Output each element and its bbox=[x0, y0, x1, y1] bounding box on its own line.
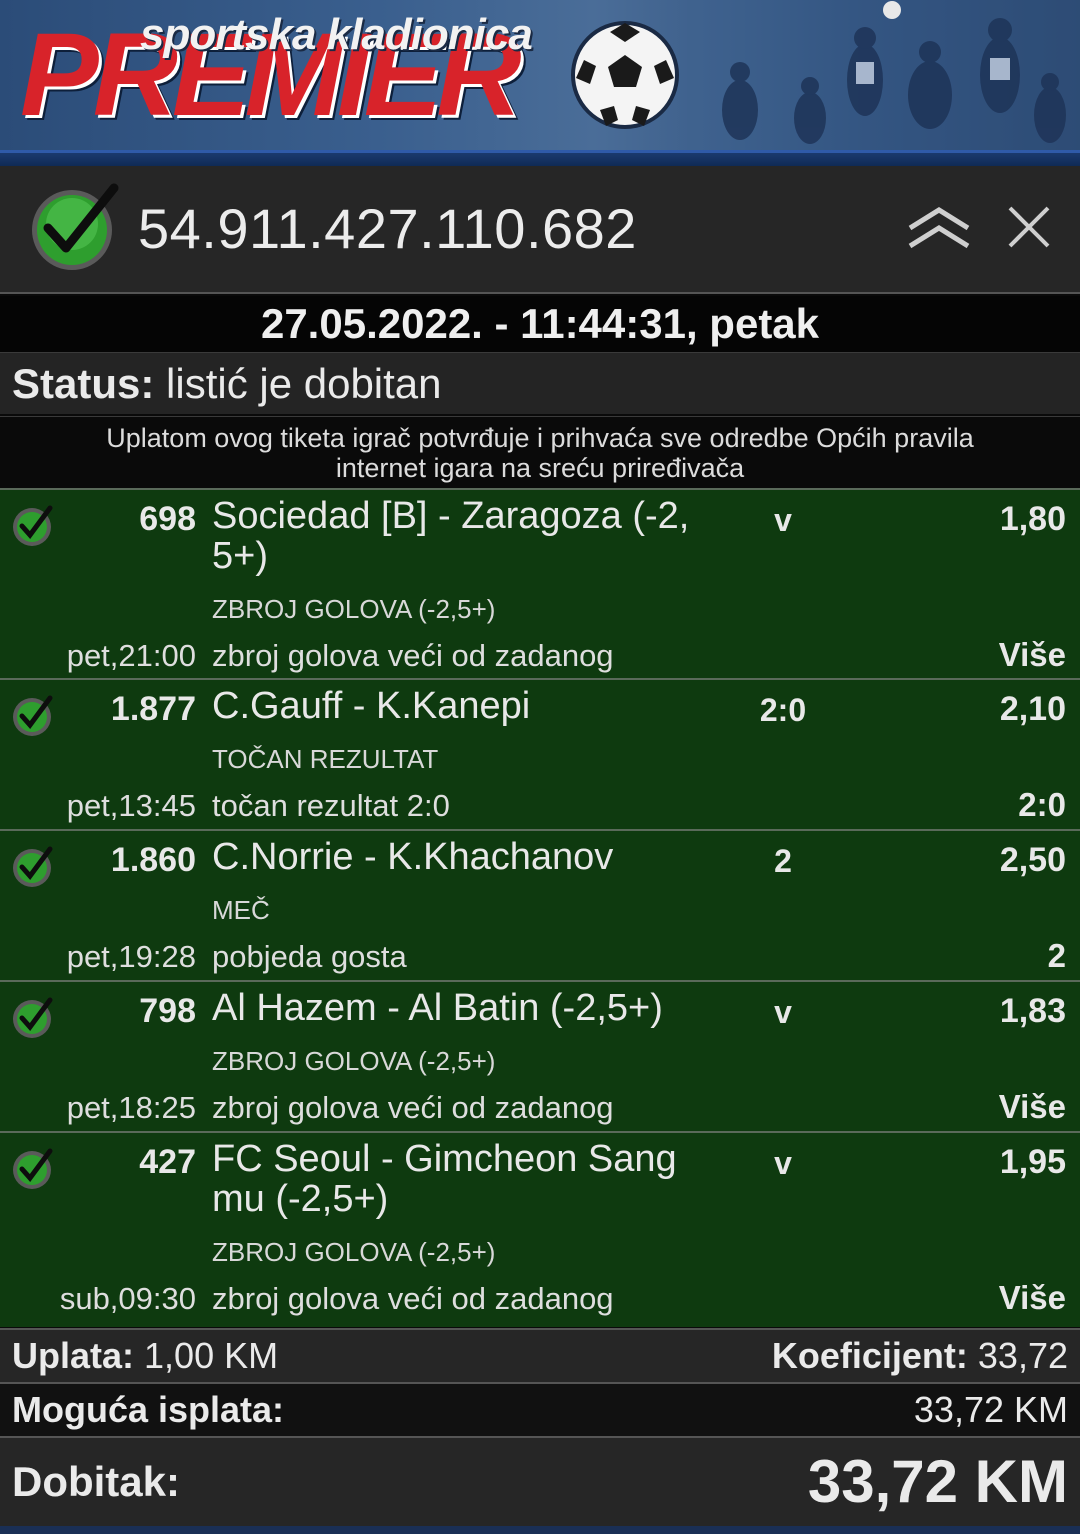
stake-value: 1,00 KM bbox=[144, 1335, 279, 1376]
bet-description: zbroj golova veći od zadanog bbox=[212, 1281, 614, 1316]
event-time: pet,13:45 bbox=[66, 788, 196, 823]
bet-result: Više bbox=[998, 1279, 1066, 1316]
bet-result: 2:0 bbox=[1018, 786, 1066, 823]
bet-result: Više bbox=[998, 1088, 1066, 1125]
check-icon bbox=[13, 505, 53, 546]
check-icon bbox=[13, 695, 53, 736]
event-time: sub,09:30 bbox=[59, 1281, 196, 1316]
status-label: Status: bbox=[12, 360, 155, 407]
event-time: pet,19:28 bbox=[66, 939, 196, 974]
bet-row: 1.860 C.Norrie - K.Khachanov 2 2,50 MEČ … bbox=[0, 829, 1080, 980]
bet-row: 798 Al Hazem - Al Batin (-2,5+) v 1,83 Z… bbox=[0, 980, 1080, 1131]
stake: Uplata: 1,00 KM bbox=[12, 1330, 278, 1382]
bet-market: ZBROJ GOLOVA (-2,5+) bbox=[212, 1237, 496, 1267]
close-icon[interactable] bbox=[1006, 204, 1052, 250]
match-name: Al Hazem - Al Batin (-2,5+) bbox=[212, 988, 712, 1028]
players-graphic bbox=[680, 0, 1080, 150]
football-icon bbox=[571, 21, 679, 129]
ticket-number: 54.911.427.110.682 bbox=[138, 197, 637, 260]
event-time: pet,18:25 bbox=[66, 1090, 196, 1125]
ticket-datetime: 27.05.2022. - 11:44:31, petak bbox=[0, 296, 1080, 352]
match-name: C.Norrie - K.Khachanov bbox=[212, 837, 712, 877]
bet-odd: 1,80 bbox=[999, 500, 1066, 538]
check-icon bbox=[13, 1148, 53, 1189]
event-code: 698 bbox=[139, 500, 196, 538]
win-amount: 33,72 KM bbox=[807, 1448, 1068, 1515]
bet-pick: v bbox=[774, 502, 792, 538]
check-icon bbox=[13, 997, 53, 1038]
bet-odd: 1,83 bbox=[999, 992, 1066, 1030]
bet-market: ZBROJ GOLOVA (-2,5+) bbox=[212, 594, 496, 624]
bet-description: zbroj golova veći od zadanog bbox=[212, 1090, 614, 1125]
brand-banner: PREMIER sportska kladionica bbox=[0, 0, 1080, 150]
payout-row: Moguća isplata: 33,72 KM bbox=[0, 1382, 1080, 1436]
bet-market: ZBROJ GOLOVA (-2,5+) bbox=[212, 1046, 496, 1076]
legal-notice-line1: Uplatom ovog tiketa igrač potvrđuje i pr… bbox=[106, 423, 974, 453]
match-name-line2: 5+) bbox=[212, 535, 268, 577]
bet-list: 698 Sociedad [B] - Zaragoza (-2, 5+) v 1… bbox=[0, 488, 1080, 1327]
bet-pick: 2 bbox=[774, 843, 792, 879]
match-name: Sociedad [B] - Zaragoza (-2, 5+) bbox=[212, 496, 712, 576]
brand-subtitle: sportska kladionica bbox=[140, 10, 533, 59]
match-name-line1: C.Norrie - K.Khachanov bbox=[212, 836, 614, 878]
bet-row: 1.877 C.Gauff - K.Kanepi 2:0 2,10 TOČAN … bbox=[0, 678, 1080, 829]
match-name: FC Seoul - Gimcheon Sang mu (-2,5+) bbox=[212, 1139, 712, 1219]
bet-market: TOČAN REZULTAT bbox=[212, 744, 439, 774]
check-icon bbox=[13, 846, 53, 887]
legal-notice-line2: internet igara na sreću priređivača bbox=[335, 453, 745, 483]
ticket-status: Status: listić je dobitan bbox=[0, 352, 1080, 414]
event-code: 1.877 bbox=[110, 690, 196, 728]
bet-description: pobjeda gosta bbox=[212, 939, 407, 974]
check-icon bbox=[32, 183, 119, 270]
bet-pick: v bbox=[774, 994, 792, 1030]
legal-notice: Uplatom ovog tiketa igrač potvrđuje i pr… bbox=[0, 416, 1080, 488]
win-label: Dobitak: bbox=[12, 1458, 180, 1505]
bet-market: MEČ bbox=[212, 895, 270, 925]
bet-odd: 1,95 bbox=[999, 1143, 1066, 1181]
payout-value: 33,72 KM bbox=[913, 1389, 1068, 1430]
match-name-line1: Sociedad [B] - Zaragoza (-2, bbox=[212, 495, 690, 537]
match-name-line1: C.Gauff - K.Kanepi bbox=[212, 685, 531, 727]
stake-row: Uplata: 1,00 KM Koeficijent: 33,72 bbox=[0, 1328, 1080, 1382]
banner-divider bbox=[0, 150, 1080, 166]
event-code: 798 bbox=[139, 992, 196, 1030]
bet-description: zbroj golova veći od zadanog bbox=[212, 638, 614, 673]
bet-odd: 2,50 bbox=[999, 841, 1066, 879]
bet-row: 698 Sociedad [B] - Zaragoza (-2, 5+) v 1… bbox=[0, 488, 1080, 678]
coefficient-value: 33,72 bbox=[977, 1335, 1068, 1376]
bottom-bar bbox=[0, 1526, 1080, 1534]
match-name: C.Gauff - K.Kanepi bbox=[212, 686, 712, 726]
bet-result: Više bbox=[998, 636, 1066, 673]
bet-result: 2 bbox=[1047, 937, 1066, 974]
coefficient: Koeficijent: 33,72 bbox=[772, 1330, 1068, 1382]
bet-description: točan rezultat 2:0 bbox=[212, 788, 450, 823]
event-time: pet,21:00 bbox=[66, 638, 196, 673]
match-name-line2: mu (-2,5+) bbox=[212, 1178, 389, 1220]
status-value: listić je dobitan bbox=[166, 360, 442, 407]
match-name-line1: Al Hazem - Al Batin (-2,5+) bbox=[212, 987, 663, 1029]
event-code: 1.860 bbox=[110, 841, 196, 879]
bet-odd: 2,10 bbox=[999, 690, 1066, 728]
collapse-up-icon[interactable] bbox=[906, 202, 972, 252]
match-name-line1: FC Seoul - Gimcheon Sang bbox=[212, 1138, 677, 1180]
bet-pick: v bbox=[774, 1145, 792, 1181]
payout-label: Moguća isplata: bbox=[12, 1389, 285, 1430]
bet-row: 427 FC Seoul - Gimcheon Sang mu (-2,5+) … bbox=[0, 1131, 1080, 1327]
coefficient-label: Koeficijent: bbox=[771, 1335, 968, 1376]
win-row: Dobitak: 33,72 KM bbox=[0, 1436, 1080, 1526]
stake-label: Uplata: bbox=[12, 1335, 135, 1376]
event-code: 427 bbox=[139, 1143, 196, 1181]
bet-pick: 2:0 bbox=[759, 692, 807, 728]
